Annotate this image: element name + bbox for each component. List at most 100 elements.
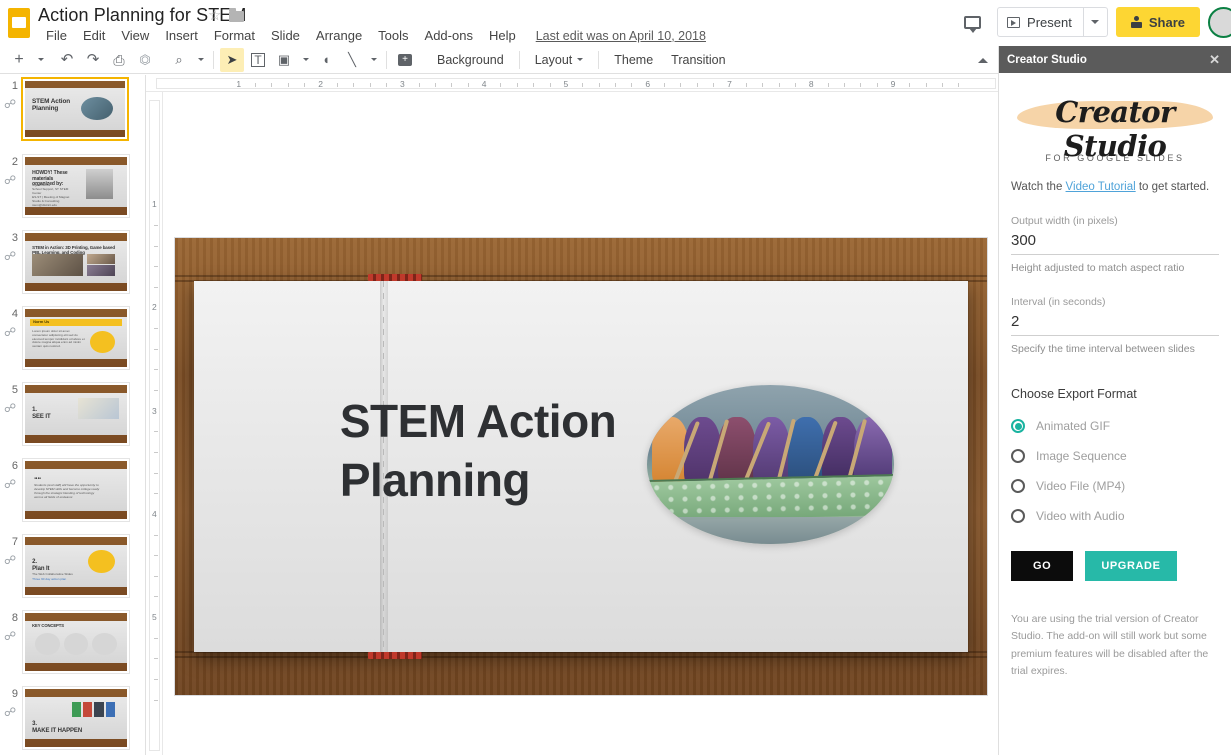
dragon-boat-racing-photo[interactable]: [646, 385, 895, 545]
layout-button[interactable]: Layout: [526, 50, 593, 70]
upgrade-button[interactable]: UPGRADE: [1085, 551, 1177, 581]
export-format-option[interactable]: Animated GIF: [1011, 411, 1219, 441]
present-dropdown-button[interactable]: [1082, 8, 1107, 36]
slide-headline[interactable]: STEM Action Planning: [340, 392, 696, 510]
add-comment-icon[interactable]: +: [393, 48, 417, 72]
line-dropdown-icon[interactable]: [366, 48, 380, 72]
close-icon[interactable]: ✕: [1206, 52, 1223, 68]
ruler-tick-label: 7: [727, 79, 732, 89]
menu-bar: File Edit View Insert Format Slide Arran…: [38, 26, 706, 45]
interval-input[interactable]: [1011, 311, 1219, 336]
ruler-tick: [154, 534, 158, 536]
horizontal-ruler[interactable]: 1 2 3 4 5 6 7 8 9: [146, 75, 998, 92]
slide-thumbnail[interactable]: 3. MAKE IT HAPPEN: [22, 686, 130, 750]
slide-link-icon[interactable]: ☍: [4, 705, 18, 719]
canvas-horizontal-scrollbar[interactable]: [163, 743, 998, 755]
tutorial-suffix: to get started.: [1135, 181, 1210, 193]
menu-view[interactable]: View: [113, 26, 157, 45]
background-button[interactable]: Background: [428, 50, 513, 70]
slide-thumbnail[interactable]: STEM Action Planning: [21, 77, 129, 141]
filmstrip-slide-8[interactable]: 8 ☍ KEY CONCEPTS: [0, 607, 145, 683]
go-button[interactable]: GO: [1011, 551, 1074, 581]
slide-thumbnail[interactable]: 2. Plan It The Web Collaborative Slides T…: [22, 534, 130, 598]
menu-addons[interactable]: Add-ons: [417, 26, 481, 45]
zoom-icon[interactable]: ⌕: [167, 48, 191, 72]
video-tutorial-link[interactable]: Video Tutorial: [1066, 181, 1136, 193]
slide-link-icon[interactable]: ☍: [4, 249, 18, 263]
menu-insert[interactable]: Insert: [157, 26, 206, 45]
filmstrip-slide-5[interactable]: 5 ☍ 1. SEE IT: [0, 379, 145, 455]
undo-icon[interactable]: ↶: [55, 48, 79, 72]
slide-link-icon[interactable]: ☍: [4, 553, 18, 567]
slide-filmstrip[interactable]: 1 ☍ STEM Action Planning 2 ☍ HOWDY! Thes…: [0, 75, 146, 755]
star-outline-icon[interactable]: ☆: [208, 8, 224, 24]
menu-help[interactable]: Help: [481, 26, 524, 45]
filmstrip-slide-4[interactable]: 4 ☍ Norm Us Lorem ipsum dolor sit amet c…: [0, 303, 145, 379]
export-format-option[interactable]: Video File (MP4): [1011, 471, 1219, 501]
vertical-ruler[interactable]: 1 2 3 4 5: [146, 92, 163, 755]
transition-button[interactable]: Transition: [662, 50, 734, 70]
filmstrip-slide-6[interactable]: 6 ☍ ““ Students (and staff) will have th…: [0, 455, 145, 531]
slide-number: 9: [11, 688, 18, 700]
export-format-option[interactable]: Image Sequence: [1011, 441, 1219, 471]
menu-edit[interactable]: Edit: [75, 26, 113, 45]
radio-button-icon[interactable]: [1011, 479, 1025, 493]
last-edit-link[interactable]: Last edit was on April 10, 2018: [536, 29, 706, 43]
ruler-tick-label: 4: [481, 79, 487, 89]
radio-button-icon[interactable]: [1011, 509, 1025, 523]
filmstrip-slide-1[interactable]: 1 ☍ STEM Action Planning: [0, 75, 145, 151]
slide-thumbnail[interactable]: ““ Students (and staff) will have the op…: [22, 458, 130, 522]
folder-icon[interactable]: [229, 8, 245, 24]
menu-format[interactable]: Format: [206, 26, 263, 45]
radio-button-icon[interactable]: [1011, 449, 1025, 463]
menu-arrange[interactable]: Arrange: [308, 26, 370, 45]
slide-thumbnail[interactable]: STEM in Action: 3D Printing, Game based …: [22, 230, 130, 294]
slide-link-icon[interactable]: ☍: [4, 173, 18, 187]
share-button[interactable]: Share: [1115, 7, 1200, 37]
line-icon[interactable]: ╲: [340, 48, 364, 72]
theme-button[interactable]: Theme: [605, 50, 662, 70]
ruler-tick: [843, 83, 845, 87]
ruler-tick: [154, 369, 158, 371]
slide-link-icon[interactable]: ☍: [4, 401, 18, 415]
present-button[interactable]: Present: [998, 8, 1083, 36]
text-box-icon[interactable]: T: [246, 48, 270, 72]
menu-tools[interactable]: Tools: [370, 26, 416, 45]
filmstrip-slide-2[interactable]: 2 ☍ HOWDY! These materials organized by:…: [0, 151, 145, 227]
chevron-down-icon: [1091, 20, 1100, 24]
new-slide-dropdown-icon[interactable]: [33, 48, 47, 72]
ruler-tick: [664, 83, 666, 87]
slide-link-icon[interactable]: ☍: [4, 477, 18, 491]
insert-image-dropdown-icon[interactable]: [298, 48, 312, 72]
slide-link-icon[interactable]: ☍: [4, 97, 18, 111]
avatar[interactable]: [1208, 6, 1231, 38]
collapse-toolbar-button[interactable]: [971, 49, 995, 71]
redo-icon[interactable]: ↷: [81, 48, 105, 72]
insert-image-icon[interactable]: ▣: [272, 48, 296, 72]
ruler-tick: [154, 575, 158, 577]
new-slide-icon[interactable]: +: [7, 48, 31, 72]
filmstrip-slide-3[interactable]: 3 ☍ STEM in Action: 3D Printing, Game ba…: [0, 227, 145, 303]
menu-file[interactable]: File: [38, 26, 75, 45]
filmstrip-slide-7[interactable]: 7 ☍ 2. Plan It The Web Collaborative Slid…: [0, 531, 145, 607]
slide-link-icon[interactable]: ☍: [4, 325, 18, 339]
print-icon[interactable]: ⎙: [107, 48, 131, 72]
select-tool-icon[interactable]: ➤: [220, 47, 244, 72]
ruler-tick: [154, 348, 158, 350]
zoom-dropdown-icon[interactable]: [193, 48, 207, 72]
menu-slide[interactable]: Slide: [263, 26, 308, 45]
shape-icon[interactable]: ◖: [314, 48, 338, 72]
export-format-option[interactable]: Video with Audio: [1011, 501, 1219, 531]
filmstrip-slide-9[interactable]: 9 ☍ 3. MAKE IT HAPPEN: [0, 683, 145, 755]
radio-button-icon[interactable]: [1011, 419, 1025, 433]
output-width-input[interactable]: [1011, 230, 1219, 255]
slide-thumbnail[interactable]: HOWDY! These materials organized by: Mgr…: [22, 154, 130, 218]
slide-link-icon[interactable]: ☍: [4, 629, 18, 643]
slide-thumbnail[interactable]: 1. SEE IT: [22, 382, 130, 446]
slide-thumbnail[interactable]: KEY CONCEPTS: [22, 610, 130, 674]
current-slide[interactable]: STEM Action Planning: [175, 238, 987, 695]
paint-format-icon[interactable]: ⏣: [133, 48, 157, 72]
slide-thumbnail[interactable]: Norm Us Lorem ipsum dolor sit amet conse…: [22, 306, 130, 370]
comment-icon[interactable]: [955, 6, 989, 38]
ruler-tick: [696, 83, 698, 87]
